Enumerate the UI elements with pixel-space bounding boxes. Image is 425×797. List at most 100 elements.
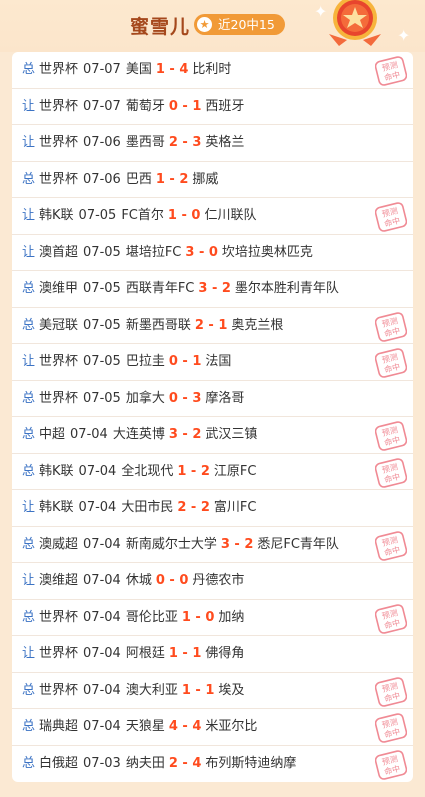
list-item[interactable]: 总澳威超 07-04 新南威尔士大学 3 - 2 悉尼FC青年队 预测 命中 [12, 527, 413, 563]
bet-type-tag: 让 [22, 208, 36, 223]
home-team: 澳大利亚 [125, 682, 178, 698]
medal-icon [329, 0, 381, 46]
bet-type-tag: 让 [22, 98, 36, 114]
match-date: 07-05 [78, 208, 117, 223]
away-score: 2 [192, 427, 202, 442]
league-name: 世界杯 [39, 62, 79, 77]
home-score: 3 [185, 244, 195, 260]
list-item[interactable]: 总韩K联 07-04 全北现代 1 - 2 江原FC 预测 命中 [12, 454, 413, 490]
home-team: 哥伦比亚 [125, 609, 178, 625]
bet-type-tag: 让 [22, 135, 36, 150]
home-team: 西联青年FC [125, 281, 195, 296]
home-team: 加拿大 [125, 390, 165, 406]
score: 1 - 4 [155, 62, 189, 77]
list-item[interactable]: 总世界杯 07-04 澳大利亚 1 - 1 埃及 预测 命中 [12, 673, 413, 709]
score: 3 - 2 [168, 427, 202, 442]
match-text: 让澳首超 07-05 堪培拉FC 3 - 0 坎培拉奥林匹克 [22, 235, 313, 271]
home-score: 1 [168, 646, 178, 661]
away-score: 2 [200, 500, 210, 515]
bet-type-tag: 总 [22, 281, 36, 296]
home-team: 葡萄牙 [125, 98, 165, 114]
list-item[interactable]: 总世界杯 07-04 哥伦比亚 1 - 0 加纳 预测 命中 [12, 600, 413, 636]
home-team: 新南威尔士大学 [125, 536, 217, 552]
away-score: 0 [208, 244, 218, 260]
score: 1 - 2 [155, 171, 189, 187]
home-score: 1 [181, 682, 191, 698]
match-date: 07-04 [83, 682, 121, 698]
match-date: 07-04 [78, 463, 117, 479]
list-item[interactable]: 总美冠联 07-05 新墨西哥联 2 - 1 奥克兰根 预测 命中 [12, 308, 413, 344]
match-text: 总世界杯 07-06 巴西 1 - 2 挪威 [22, 162, 218, 198]
match-text: 总世界杯 07-05 加拿大 0 - 3 摩洛哥 [22, 381, 244, 417]
list-item[interactable]: 让世界杯 07-07 葡萄牙 0 - 1 西班牙 [12, 89, 413, 125]
list-item[interactable]: 总世界杯 07-07 美国 1 - 4 比利时 预测 命中 [12, 52, 413, 89]
hit-stamp-icon: 预测命中 [375, 749, 407, 780]
match-date: 07-05 [83, 354, 121, 369]
list-item[interactable]: 总世界杯 07-06 巴西 1 - 2 挪威 [12, 162, 413, 198]
league-name: 世界杯 [39, 98, 79, 114]
league-name: 瑞典超 [39, 719, 79, 734]
away-team: 墨尔本胜利青年队 [234, 281, 339, 296]
list-item[interactable]: 总澳维甲 07-05 西联青年FC 3 - 2 墨尔本胜利青年队 [12, 271, 413, 308]
home-team: 天狼星 [125, 719, 165, 734]
match-text: 让世界杯 07-06 墨西哥 2 - 3 英格兰 [22, 125, 244, 161]
match-text: 总世界杯 07-04 澳大利亚 1 - 1 埃及 [22, 673, 244, 709]
bet-type-tag: 让 [22, 500, 36, 515]
score: 3 - 0 [185, 244, 218, 260]
home-score: 1 [181, 609, 191, 625]
match-date: 07-06 [83, 135, 121, 150]
league-name: 澳维超 [39, 573, 79, 588]
bet-type-tag: 总 [22, 171, 36, 187]
home-score: 0 [168, 354, 178, 369]
home-team: 全北现代 [121, 463, 174, 479]
match-date: 07-05 [83, 317, 121, 333]
match-text: 总澳威超 07-04 新南威尔士大学 3 - 2 悉尼FC青年队 [22, 527, 339, 563]
list-item[interactable]: 让澳首超 07-05 堪培拉FC 3 - 0 坎培拉奥林匹克 [12, 235, 413, 271]
list-item[interactable]: 让韩K联 07-04 大田市民 2 - 2 富川FC [12, 490, 413, 527]
list-item[interactable]: 总中超 07-04 大连英博 3 - 2 武汉三镇 预测 命中 [12, 417, 413, 454]
list-item[interactable]: 总瑞典超 07-04 天狼星 4 - 4 米亚尔比 预测 命中 [12, 709, 413, 746]
away-score: 0 [191, 208, 201, 223]
home-score: 0 [168, 390, 178, 406]
match-text: 总白俄超 07-03 纳夫田 2 - 4 布列斯特迪纳摩 [22, 746, 296, 782]
home-team: 美国 [125, 62, 152, 77]
league-name: 世界杯 [39, 390, 79, 406]
score: 2 - 1 [194, 317, 228, 333]
score: 0 - 0 [155, 573, 189, 588]
away-team: 奥克兰根 [231, 317, 284, 333]
league-name: 澳首超 [39, 244, 79, 260]
bet-type-tag: 让 [22, 354, 36, 369]
list-item[interactable]: 总世界杯 07-05 加拿大 0 - 3 摩洛哥 [12, 381, 413, 417]
match-date: 07-04 [83, 719, 121, 734]
away-score: 3 [192, 390, 202, 406]
away-score: 3 [192, 135, 202, 150]
away-score: 1 [218, 317, 228, 333]
match-text: 总瑞典超 07-04 天狼星 4 - 4 米亚尔比 [22, 709, 257, 745]
list-item[interactable]: 让世界杯 07-05 巴拉圭 0 - 1 法国 预测 命中 [12, 344, 413, 381]
away-score: 0 [179, 573, 189, 588]
home-team: FC首尔 [121, 208, 164, 223]
score: 1 - 1 [168, 646, 202, 661]
league-name: 世界杯 [39, 171, 79, 187]
match-text: 让世界杯 07-04 阿根廷 1 - 1 佛得角 [22, 636, 244, 672]
list-item[interactable]: 让韩K联 07-05 FC首尔 1 - 0 仁川联队 预测 命中 [12, 198, 413, 235]
hit-stamp-icon: 预测命中 [375, 202, 407, 232]
list-item[interactable]: 让世界杯 07-06 墨西哥 2 - 3 英格兰 [12, 125, 413, 162]
match-date: 07-03 [83, 755, 121, 771]
league-name: 世界杯 [39, 682, 79, 698]
list-item[interactable]: 总白俄超 07-03 纳夫田 2 - 4 布列斯特迪纳摩 预测 命中 [12, 746, 413, 783]
home-score: 3 [220, 536, 230, 552]
home-score: 3 [198, 281, 208, 296]
sparkle-icon: ✦ [397, 26, 411, 45]
home-team: 阿根廷 [125, 646, 165, 661]
bet-type-tag: 总 [22, 755, 36, 771]
bet-type-tag: 总 [22, 390, 36, 406]
match-text: 让世界杯 07-05 巴拉圭 0 - 1 法国 [22, 344, 231, 380]
list-item[interactable]: 让世界杯 07-04 阿根廷 1 - 1 佛得角 [12, 636, 413, 673]
bet-type-tag: 总 [22, 463, 36, 479]
home-team: 墨西哥 [125, 135, 165, 150]
home-team: 休城 [125, 573, 152, 588]
away-team: 法国 [205, 354, 232, 369]
list-item[interactable]: 让澳维超 07-04 休城 0 - 0 丹德农市 [12, 563, 413, 600]
match-date: 07-04 [83, 573, 121, 588]
